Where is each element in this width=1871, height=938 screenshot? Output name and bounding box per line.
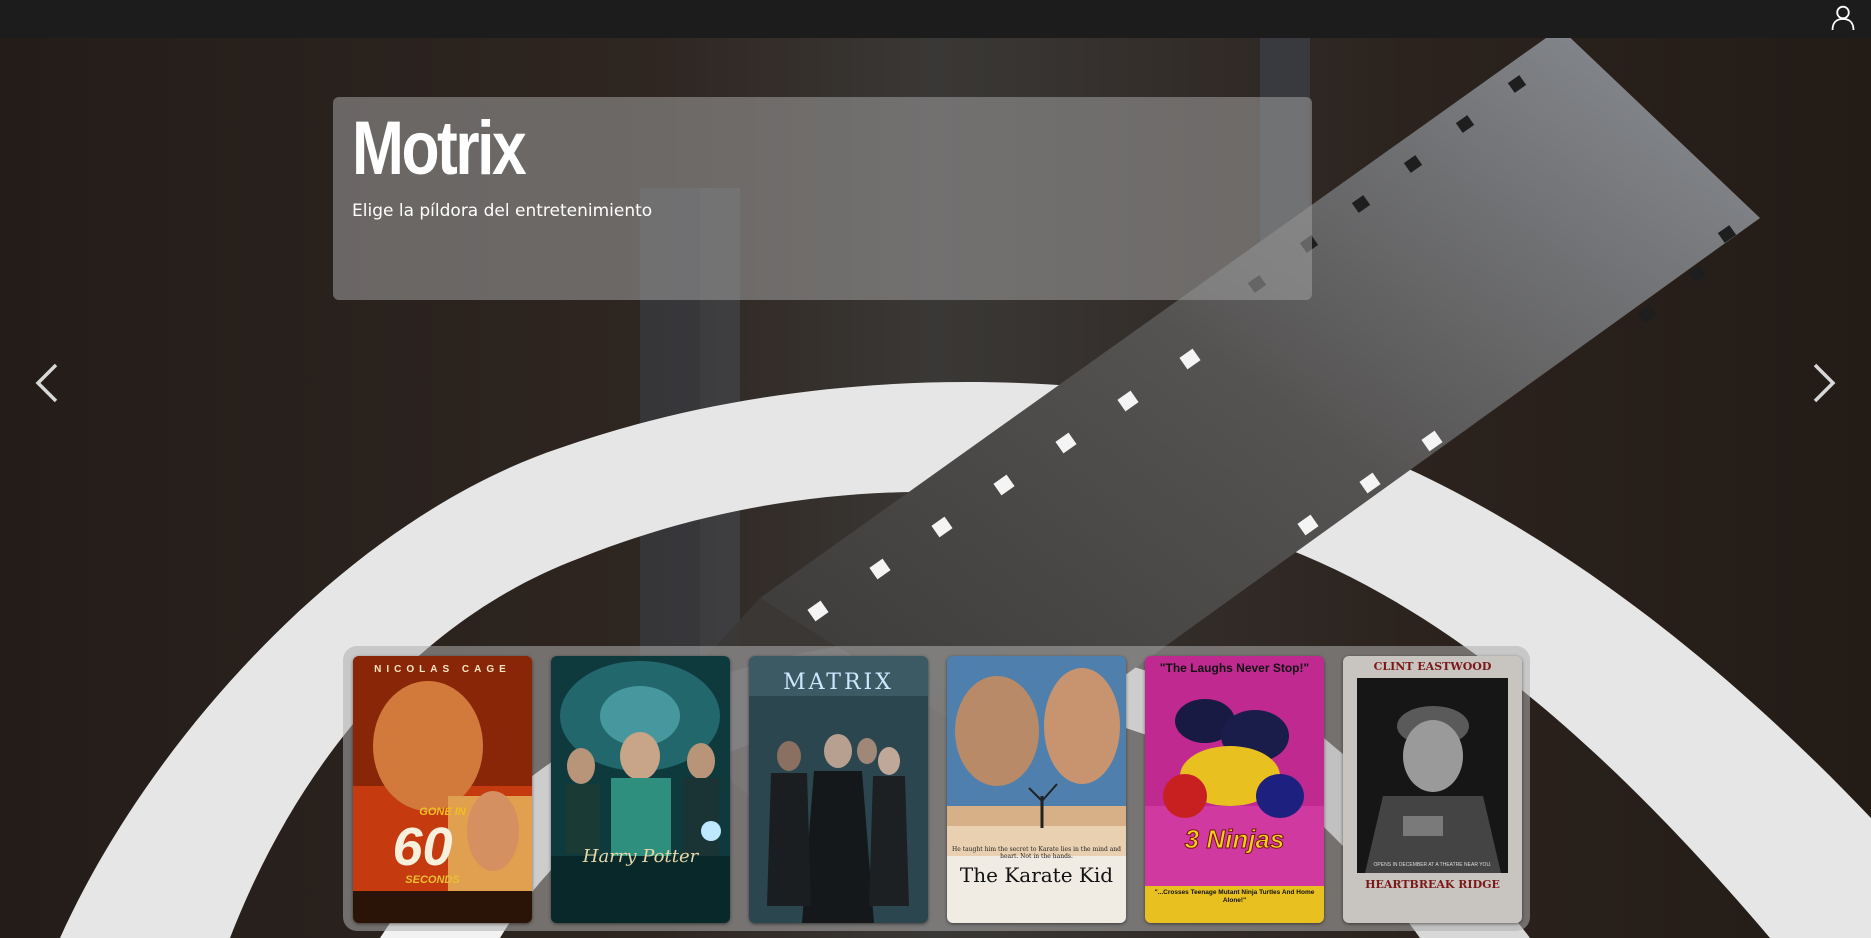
carousel-prev-button[interactable]	[22, 356, 72, 410]
user-account-button[interactable]	[1827, 2, 1859, 34]
movie-poster-harry-potter[interactable]: Harry Potter	[551, 656, 730, 923]
movie-poster-matrix[interactable]: MATRIX	[749, 656, 928, 923]
hero-tagline: Elige la píldora del entretenimiento	[352, 201, 653, 221]
poster-title-text: HEARTBREAK RIDGE	[1365, 878, 1500, 891]
movie-poster-strip: NICOLAS CAGE GONE IN 60 SECONDS Harry Po…	[343, 646, 1530, 931]
chevron-right-icon	[1813, 363, 1836, 403]
brand-title: Motrix	[352, 106, 527, 191]
hero-caption: Motrix Elige la píldora del entretenimie…	[333, 97, 1312, 300]
poster-sub-text: OPENS IN DECEMBER AT A THEATRE NEAR YOU.	[1373, 862, 1492, 868]
poster-number-text: 60	[392, 817, 453, 877]
poster-sub-text: He taught him the secret to Karate lies …	[952, 846, 1122, 860]
chevron-left-icon	[35, 363, 58, 403]
poster-sub-text: SECONDS	[405, 874, 460, 886]
movie-poster-heartbreak-ridge[interactable]: CLINT EASTWOOD OPENS IN DECEMBER AT A TH…	[1343, 656, 1522, 923]
movie-poster-3-ninjas[interactable]: "The Laughs Never Stop!" 3 Ninjas "...Cr…	[1145, 656, 1324, 923]
poster-top-text: CLINT EASTWOOD	[1373, 660, 1492, 673]
poster-art	[1145, 656, 1324, 923]
poster-art	[551, 656, 730, 923]
poster-art	[749, 656, 928, 923]
carousel-next-button[interactable]	[1799, 356, 1849, 410]
poster-title-text: The Karate Kid	[959, 863, 1114, 887]
poster-sub-text: "...Crosses Teenage Mutant Ninja Turtles…	[1154, 889, 1315, 904]
poster-title-text: MATRIX	[783, 670, 894, 695]
poster-title-text: 3 Ninjas	[1184, 824, 1285, 855]
top-navbar	[0, 0, 1871, 38]
movie-poster-gone-in-60-seconds[interactable]: NICOLAS CAGE GONE IN 60 SECONDS	[353, 656, 532, 923]
movie-poster-karate-kid[interactable]: He taught him the secret to Karate lies …	[947, 656, 1126, 923]
poster-top-text: "The Laughs Never Stop!"	[1159, 661, 1310, 675]
poster-top-text: NICOLAS CAGE	[374, 664, 511, 675]
poster-title-text: Harry Potter	[582, 846, 699, 867]
user-icon	[1831, 5, 1855, 31]
